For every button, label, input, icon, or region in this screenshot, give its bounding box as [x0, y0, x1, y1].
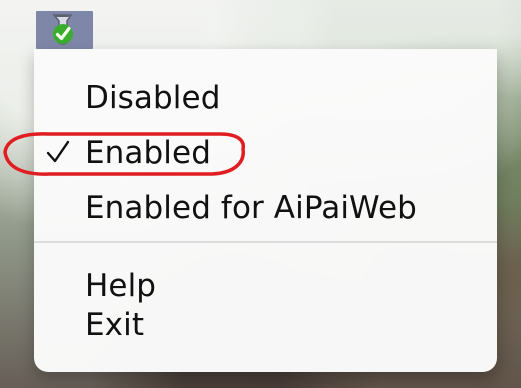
menu-item-enabled[interactable]: Enabled [85, 132, 211, 175]
dropdown-menu: Disabled Enabled Enabled for AiPaiWeb He… [34, 49, 497, 372]
menu-item-exit[interactable]: Exit [85, 304, 144, 347]
menu-item-help[interactable]: Help [85, 265, 156, 308]
menu-bar-status-item[interactable] [36, 11, 93, 49]
menu-item-enabled-for-aipaiweb[interactable]: Enabled for AiPaiWeb [85, 187, 417, 230]
menu-separator [34, 241, 497, 243]
checkmark-icon [46, 140, 70, 163]
menu-item-disabled[interactable]: Disabled [85, 77, 220, 120]
tray-app-icon [52, 14, 73, 45]
